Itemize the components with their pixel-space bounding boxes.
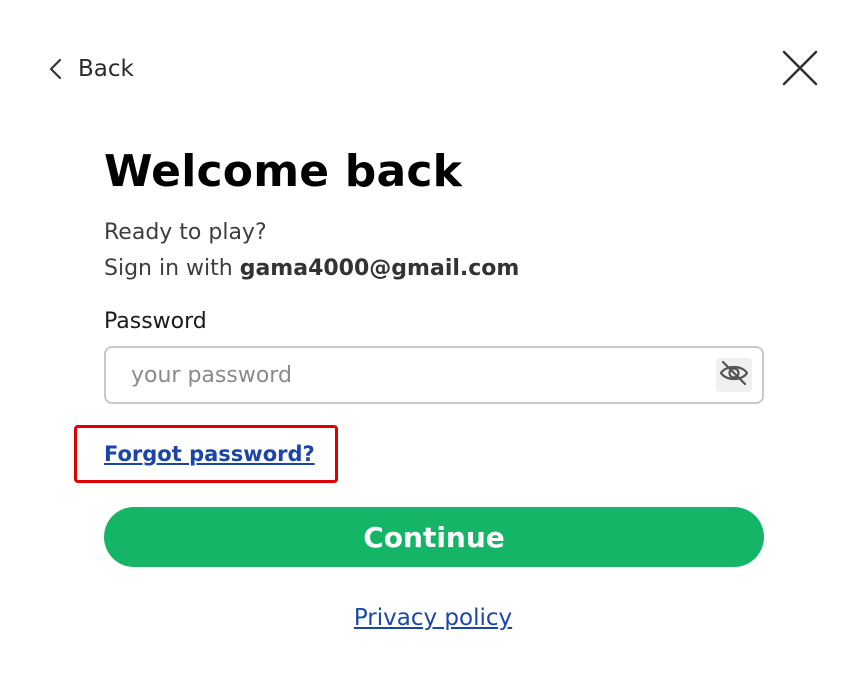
page-title: Welcome back: [104, 146, 463, 197]
password-input[interactable]: [106, 347, 716, 403]
sign-in-with-text: Sign in with: [104, 256, 240, 281]
subtitle-line-2: Sign in with gama4000@gmail.com: [104, 251, 764, 287]
continue-button[interactable]: Continue: [104, 507, 764, 567]
privacy-policy-link: Privacy policy: [0, 605, 866, 631]
password-field: [104, 346, 764, 404]
subtitle-line-1: Ready to play?: [104, 220, 267, 245]
chevron-left-icon: [46, 57, 66, 81]
subtitle: Ready to play? Sign in with gama4000@gma…: [104, 215, 764, 287]
sign-in-dialog: Back Welcome back Ready to play? Sign in…: [0, 0, 866, 675]
show-password-toggle[interactable]: [716, 358, 752, 392]
forgot-password-link[interactable]: Forgot password?: [104, 442, 315, 466]
forgot-password-highlight: Forgot password?: [74, 425, 338, 483]
back-button[interactable]: Back: [46, 52, 134, 86]
password-label: Password: [104, 309, 207, 334]
close-button[interactable]: [778, 48, 822, 92]
account-email: gama4000@gmail.com: [239, 256, 520, 281]
back-label: Back: [78, 56, 134, 82]
eye-off-icon: [718, 359, 750, 391]
close-icon: [781, 49, 819, 91]
privacy-policy-text[interactable]: Privacy policy: [354, 605, 512, 631]
sign-in-form: Welcome back Ready to play? Sign in with…: [104, 140, 764, 404]
